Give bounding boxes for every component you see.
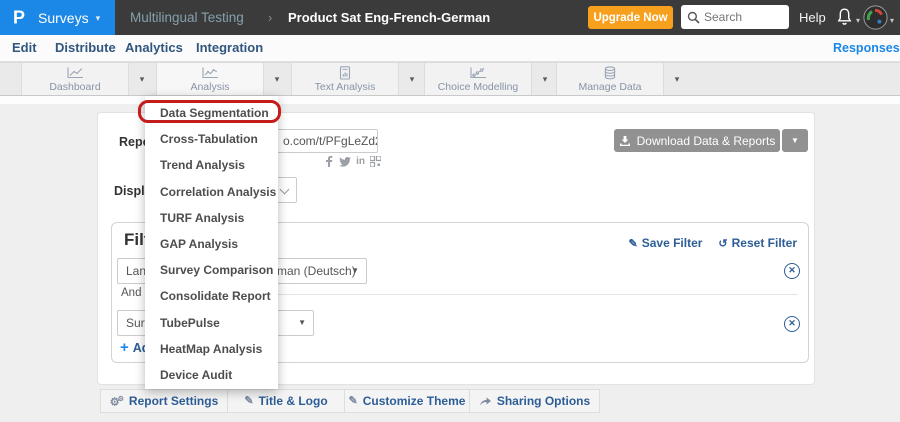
tab-title-logo[interactable]: ✎ Title & Logo xyxy=(228,389,345,413)
menu-item-consolidate-report[interactable]: Consolidate Report xyxy=(145,283,278,309)
facebook-icon[interactable] xyxy=(324,156,334,167)
tab-sharing-options[interactable]: Sharing Options xyxy=(470,389,600,413)
tab-label: Sharing Options xyxy=(497,394,590,408)
analysis-dropdown-menu: Data Segmentation Cross-Tabulation Trend… xyxy=(145,96,278,389)
tab-label: Report Settings xyxy=(129,394,218,408)
toolbar-choice-modelling-caret[interactable]: ▾ xyxy=(532,63,558,95)
filter-conjunction: And xyxy=(121,287,141,299)
download-label: Download Data & Reports xyxy=(637,134,776,148)
toolbar-bottom-strip xyxy=(0,96,900,104)
analytics-toolbar: Dashboard ▾ Analysis ▾ Text Analysis ▾ xyxy=(0,62,900,96)
account-menu[interactable]: ▾ xyxy=(863,5,894,30)
menu-item-device-audit[interactable]: Device Audit xyxy=(145,362,278,388)
caret-down-icon: ▼ xyxy=(351,259,359,283)
social-share-icons: in xyxy=(327,156,381,167)
toolbar-dashboard-caret[interactable]: ▾ xyxy=(129,63,155,95)
analysis-chart-icon xyxy=(200,66,220,80)
toolbar-label: Dashboard xyxy=(49,81,100,93)
tab-label: Customize Theme xyxy=(363,394,466,408)
menu-item-tubepulse[interactable]: TubePulse xyxy=(145,310,278,336)
download-options-caret[interactable]: ▼ xyxy=(782,129,808,152)
toolbar-label: Choice Modelling xyxy=(438,81,519,93)
pencil-icon: ✎ xyxy=(244,396,253,407)
chevron-down-icon: ▾ xyxy=(96,13,101,24)
avatar xyxy=(863,5,888,30)
menu-item-cross-tabulation[interactable]: Cross-Tabulation xyxy=(145,126,278,152)
chevron-down-icon: ▾ xyxy=(890,16,894,25)
save-filter-label: Save Filter xyxy=(642,236,703,250)
menu-item-turf-analysis[interactable]: TURF Analysis xyxy=(145,205,278,231)
toolbar-choice-modelling-button[interactable]: Choice Modelling xyxy=(424,63,532,95)
chevron-down-icon xyxy=(280,185,290,195)
toolbar-text-analysis-button[interactable]: Text Analysis xyxy=(291,63,399,95)
toolbar-analysis-caret[interactable]: ▾ xyxy=(264,63,290,95)
reset-filter-label: Reset Filter xyxy=(732,236,797,250)
plus-icon: + xyxy=(120,340,129,355)
share-icon xyxy=(479,396,492,406)
toolbar-label: Manage Data xyxy=(578,81,641,93)
toolbar-analysis-button[interactable]: Analysis xyxy=(156,63,264,95)
download-icon xyxy=(619,135,631,147)
chevron-down-icon: ▾ xyxy=(856,16,860,25)
tab-label: Title & Logo xyxy=(259,394,328,408)
menu-item-survey-comparison[interactable]: Survey Comparison xyxy=(145,257,278,283)
questionpro-logo: P xyxy=(13,6,25,28)
database-icon xyxy=(600,66,620,80)
toolbar-manage-data-button[interactable]: Manage Data xyxy=(556,63,664,95)
toolbar-label: Text Analysis xyxy=(315,81,376,93)
survey-nav: Edit Distribute Analytics Integration Re… xyxy=(0,35,900,62)
global-search[interactable] xyxy=(681,5,789,29)
nav-item-distribute[interactable]: Distribute xyxy=(55,35,116,61)
remove-filter-2-button[interactable]: ✕ xyxy=(784,316,800,332)
menu-item-data-segmentation[interactable]: Data Segmentation xyxy=(145,100,278,126)
menu-item-gap-analysis[interactable]: GAP Analysis xyxy=(145,231,278,257)
caret-down-icon: ▼ xyxy=(298,311,306,335)
menu-item-trend-analysis[interactable]: Trend Analysis xyxy=(145,152,278,178)
help-link[interactable]: Help xyxy=(799,0,826,35)
app-screen: P Surveys ▾ Multilingual Testing › Produ… xyxy=(0,0,900,422)
menu-item-heatmap-analysis[interactable]: HeatMap Analysis xyxy=(145,336,278,362)
toolbar-manage-data-caret[interactable]: ▾ xyxy=(664,63,690,95)
scatter-chart-icon xyxy=(468,66,488,80)
pencil-icon: ✎ xyxy=(349,396,358,407)
tab-customize-theme[interactable]: ✎ Customize Theme xyxy=(345,389,470,413)
toolbar-label: Analysis xyxy=(190,81,229,93)
breadcrumb-folder[interactable]: Multilingual Testing xyxy=(130,0,244,35)
bell-icon xyxy=(836,7,853,27)
breadcrumb-separator: › xyxy=(268,0,272,35)
search-icon xyxy=(687,11,700,24)
gears-icon: ⚙⚙ xyxy=(110,394,124,409)
nav-item-integration[interactable]: Integration xyxy=(196,35,263,61)
report-settings-tabs: ⚙⚙ Report Settings ✎ Title & Logo ✎ Cust… xyxy=(100,389,600,413)
top-header: P Surveys ▾ Multilingual Testing › Produ… xyxy=(0,0,900,35)
toolbar-dashboard-button[interactable]: Dashboard xyxy=(21,63,129,95)
tab-report-settings[interactable]: ⚙⚙ Report Settings xyxy=(100,389,228,413)
upgrade-now-button[interactable]: Upgrade Now xyxy=(588,6,673,29)
undo-icon: ↺ xyxy=(718,237,727,250)
embed-icon[interactable] xyxy=(370,156,381,167)
product-name: Surveys xyxy=(38,10,89,26)
linkedin-icon[interactable]: in xyxy=(356,156,365,167)
notifications-button[interactable]: ▾ xyxy=(836,7,860,27)
toolbar-text-analysis-caret[interactable]: ▾ xyxy=(399,63,425,95)
menu-item-correlation-analysis[interactable]: Correlation Analysis xyxy=(145,179,278,205)
remove-filter-icon: ✕ xyxy=(788,265,796,275)
pencil-icon: ✎ xyxy=(629,237,638,250)
surveys-menu[interactable]: P Surveys ▾ xyxy=(0,0,115,35)
remove-filter-icon: ✕ xyxy=(788,318,796,328)
twitter-icon[interactable] xyxy=(339,157,351,167)
text-document-icon xyxy=(335,66,355,80)
nav-item-edit[interactable]: Edit xyxy=(12,35,37,61)
nav-item-analytics[interactable]: Analytics xyxy=(125,35,183,61)
line-chart-icon xyxy=(65,66,85,80)
save-filter-button[interactable]: ✎ Save Filter xyxy=(629,236,703,250)
reset-filter-button[interactable]: ↺ Reset Filter xyxy=(718,236,797,250)
breadcrumb-survey-title: Product Sat Eng-French-German xyxy=(288,0,490,35)
remove-filter-1-button[interactable]: ✕ xyxy=(784,263,800,279)
search-input[interactable] xyxy=(704,10,784,24)
download-data-reports-button[interactable]: Download Data & Reports xyxy=(614,129,780,152)
